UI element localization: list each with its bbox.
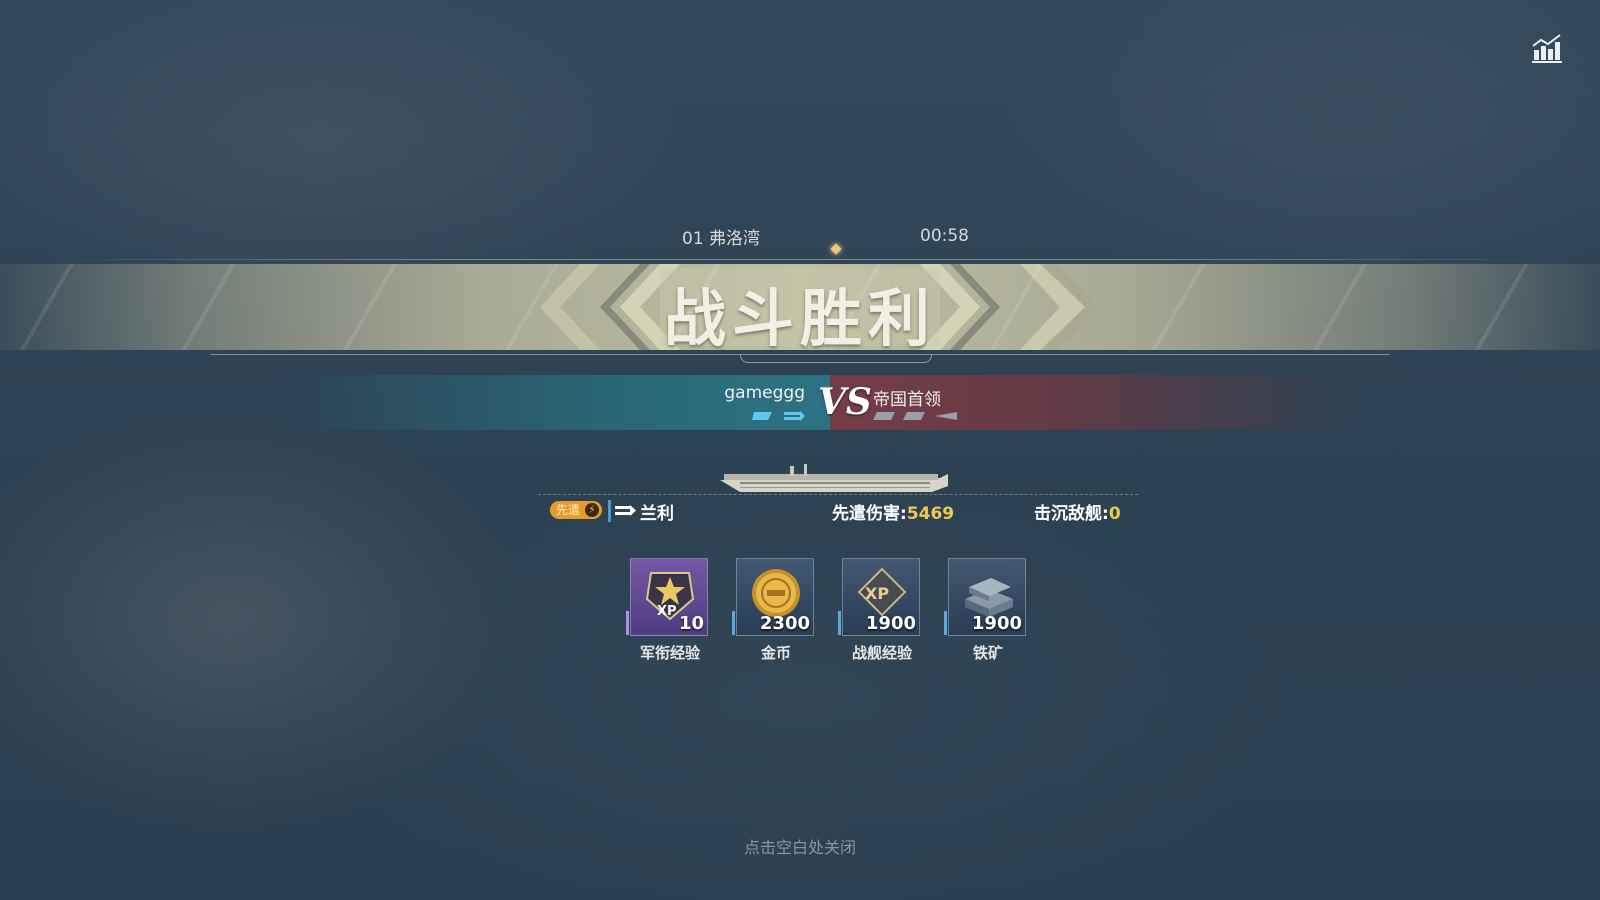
aircraft-carrier-image [720, 464, 948, 492]
divider-notch [740, 354, 932, 363]
divider [538, 494, 1138, 495]
reward-quantity: 2300 [759, 613, 810, 634]
reward-tile: 1900 [944, 558, 1026, 636]
reward-gold[interactable]: 2300 金币 [732, 558, 814, 668]
stats-chart-button[interactable] [1530, 32, 1564, 66]
player-name: gameggg [724, 383, 805, 403]
close-hint[interactable]: 点击空白处关闭 [0, 834, 1600, 858]
rewards-list: XP 10 军衔经验 2300 金币 XP 1900 战舰经验 1900 铁矿 [626, 558, 1048, 668]
vanguard-badge: 先遣 ⚡ [550, 501, 602, 519]
reward-tile: 2300 [732, 558, 814, 636]
reward-rank-xp[interactable]: XP 10 军衔经验 [626, 558, 708, 668]
divider [608, 500, 611, 522]
reward-quantity: 1900 [865, 613, 916, 634]
divider [40, 259, 1560, 260]
enemy-name: 帝国首领 [873, 390, 941, 410]
reward-label: 金币 [760, 644, 791, 662]
reward-quantity: 10 [678, 613, 704, 634]
matchup-bar: gameggg VS 帝国首领 [0, 375, 1600, 430]
reward-ship-xp[interactable]: XP 1900 战舰经验 [838, 558, 920, 668]
battle-meta: 01 弗洛湾 00:58 [0, 224, 1600, 250]
reward-quantity: 1900 [971, 613, 1022, 634]
enemy-fleet-icons [873, 412, 957, 420]
ship-name: 兰利 [640, 504, 674, 524]
svg-text:XP: XP [865, 584, 889, 603]
reward-label: 战舰经验 [851, 644, 912, 662]
battle-timer: 00:58 [920, 226, 969, 246]
carrier-class-icon [615, 505, 636, 516]
svg-text:XP: XP [657, 604, 677, 619]
battle-result-title: 战斗胜利 [663, 282, 936, 355]
reward-tile: XP 1900 [838, 558, 920, 636]
vs-label: VS [818, 381, 872, 423]
lightning-icon: ⚡ [585, 503, 599, 517]
vanguard-damage-stat: 先遣伤害:5469 [832, 504, 955, 524]
ships-sunk-stat: 击沉敌舰:0 [1034, 504, 1121, 524]
player-fleet-icons [752, 411, 805, 421]
map-name: 01 弗洛湾 [682, 229, 761, 249]
reward-iron-ore[interactable]: 1900 铁矿 [944, 558, 1026, 668]
stats-chart-icon [1532, 34, 1562, 63]
reward-label: 铁矿 [972, 644, 1003, 662]
reward-label: 军衔经验 [639, 644, 700, 662]
ship-stats-row: 先遣 ⚡ 兰利 先遣伤害:5469 击沉敌舰:0 [0, 498, 1600, 524]
reward-tile: XP 10 [626, 558, 708, 636]
